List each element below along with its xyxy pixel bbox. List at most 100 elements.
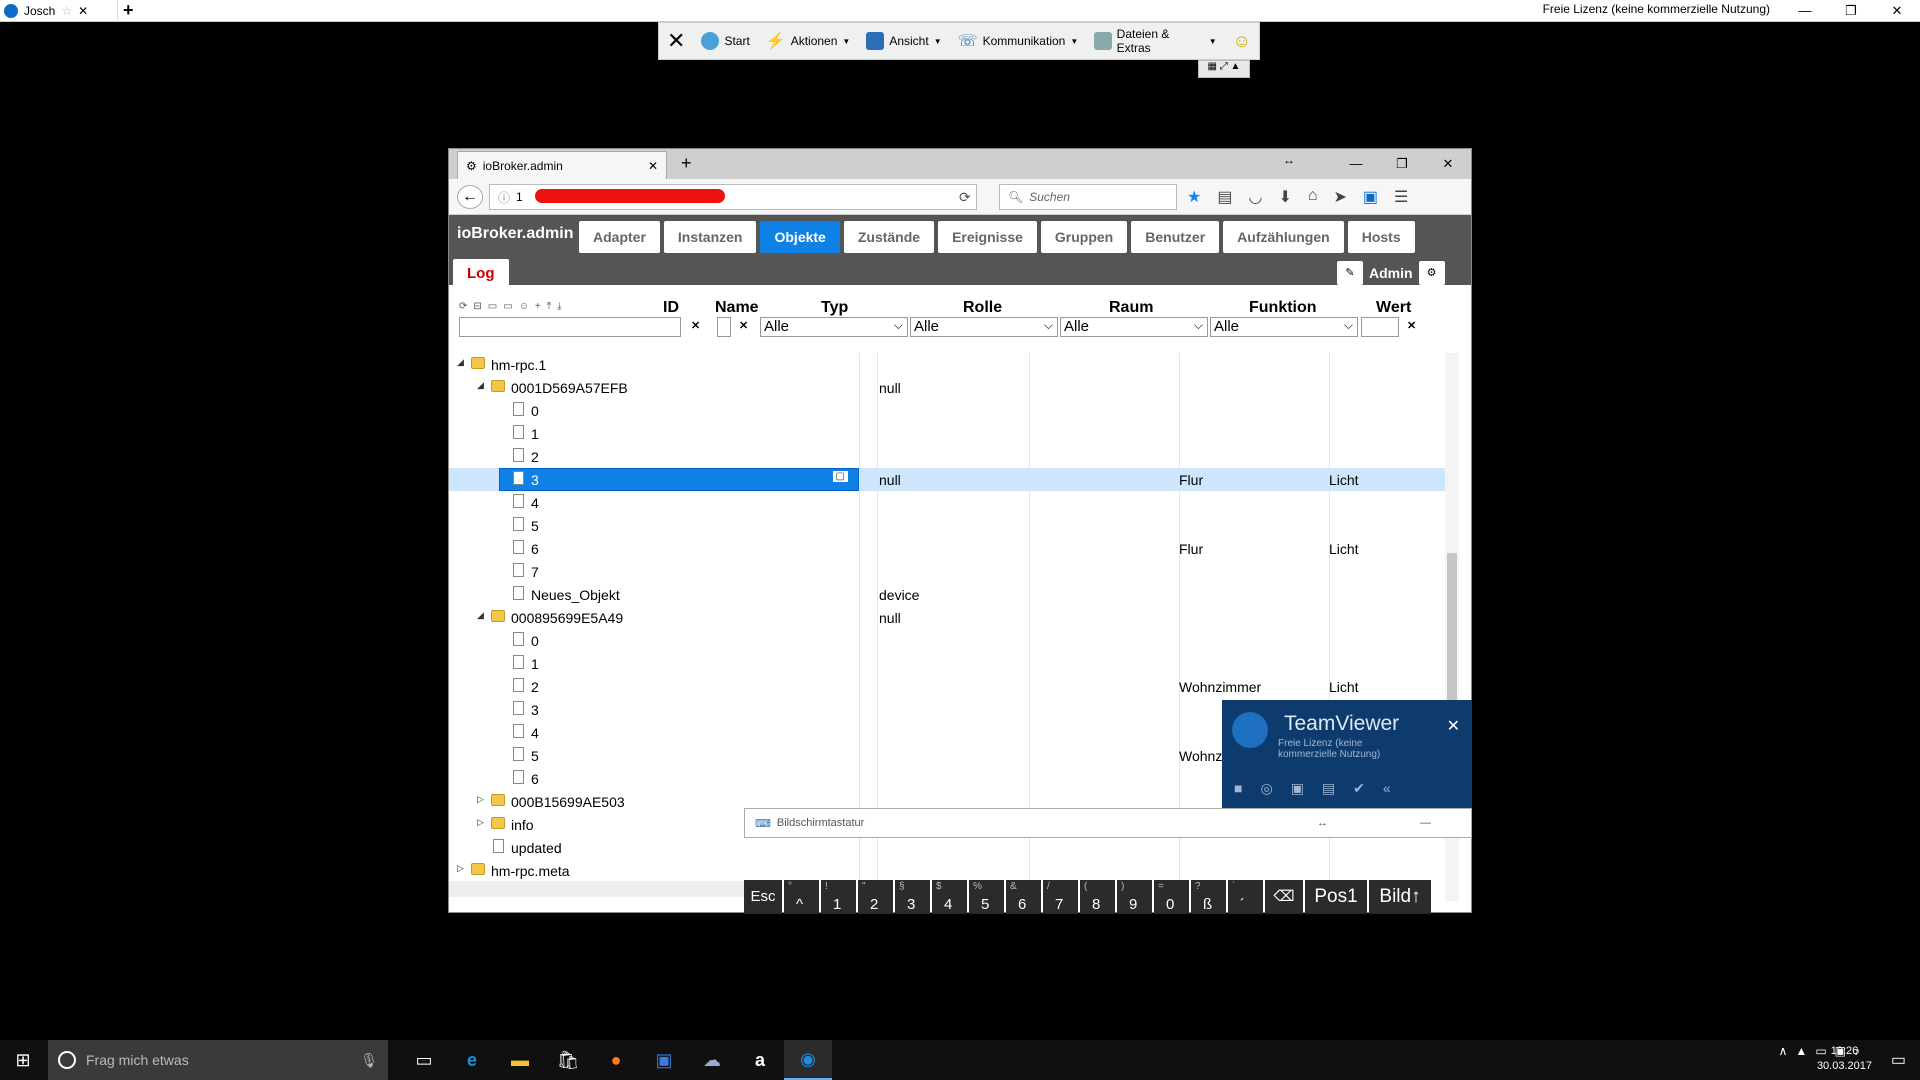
collapse-arrow-icon[interactable]: ◢ <box>477 610 484 621</box>
refresh-icon[interactable]: ⟳ <box>459 301 467 312</box>
tree-row[interactable]: 2 Wohnzimmer Licht <box>449 675 1454 698</box>
windows-start-button[interactable]: ⊞ <box>0 1040 46 1080</box>
close-button[interactable]: ✕ <box>1425 149 1471 179</box>
user-icon[interactable]: ☺ <box>519 301 529 312</box>
tab-objekte[interactable]: Objekte <box>760 221 840 253</box>
id-filter-input[interactable] <box>459 317 681 337</box>
file-explorer-icon[interactable]: ▬ <box>496 1040 544 1080</box>
tree-row[interactable]: 1 <box>449 652 1454 675</box>
value-filter-input[interactable] <box>1361 317 1399 337</box>
key[interactable]: % 5 <box>969 880 1004 914</box>
clear-value-filter[interactable]: ✕ <box>1407 319 1416 332</box>
tree-row[interactable]: 2 <box>449 445 1454 468</box>
smiley-icon[interactable]: ☺ <box>1225 23 1259 59</box>
folder-icon[interactable]: ▭ <box>488 301 497 312</box>
pocket-icon[interactable]: ◡ <box>1248 187 1262 207</box>
add-icon[interactable]: + <box>535 301 541 312</box>
tool-icon[interactable]: ✔ <box>1353 780 1365 797</box>
tree-folder-row[interactable]: ▷ hm-rpc.meta <box>449 859 1454 882</box>
key[interactable]: = 0 <box>1154 880 1189 914</box>
tab-benutzer[interactable]: Benutzer <box>1131 221 1220 253</box>
tab-adapter[interactable]: Adapter <box>579 221 660 253</box>
key[interactable]: ° ^ <box>784 880 819 914</box>
menu-icon[interactable]: ☰ <box>1394 187 1408 207</box>
tab-ereignisse[interactable]: Ereignisse <box>938 221 1037 253</box>
video-icon[interactable]: ■ <box>1234 780 1242 797</box>
room-filter-select[interactable]: Alle <box>1060 316 1208 337</box>
tab-gruppen[interactable]: Gruppen <box>1040 221 1128 253</box>
type-filter-select[interactable]: Alle <box>760 316 908 337</box>
function-filter-select[interactable]: Alle <box>1210 316 1358 337</box>
expand-arrow-icon[interactable]: ▷ <box>457 863 464 874</box>
restore-button[interactable]: ❐ <box>1828 0 1874 22</box>
new-tab-button[interactable]: + <box>681 153 692 174</box>
edit-row-icon[interactable]: ▢ <box>832 471 848 482</box>
tab-log[interactable]: Log <box>453 259 509 289</box>
tree-folder-row[interactable]: ◢ 0001D569A57EFB null <box>449 376 1454 399</box>
back-button[interactable]: ← <box>457 185 483 209</box>
home-icon[interactable]: ⌂ <box>1308 187 1318 207</box>
files-icon[interactable]: ▤ <box>1322 780 1335 797</box>
key[interactable]: ? ß <box>1191 880 1226 914</box>
folder-open-icon[interactable]: ▭ <box>503 301 512 312</box>
microphone-icon[interactable]: 🎙︎ <box>360 1052 378 1069</box>
chevron-up-icon[interactable]: ∧ <box>1779 1044 1788 1058</box>
task-view-icon[interactable]: ▭ <box>400 1040 448 1080</box>
tree-row[interactable]: updated <box>449 836 1454 859</box>
new-tab-button[interactable]: + <box>123 0 134 20</box>
tab-instanzen[interactable]: Instanzen <box>663 221 757 253</box>
settings-icon[interactable]: ⚙ <box>1418 261 1445 285</box>
minimize-button[interactable]: — <box>1333 149 1379 179</box>
tree-row[interactable]: 5 <box>449 514 1454 537</box>
close-button[interactable]: ✕ <box>1874 0 1920 22</box>
toolbar-kommunikation[interactable]: ☏ Kommunikation ▼ <box>950 23 1087 59</box>
name-filter-input[interactable] <box>717 317 731 337</box>
edge-icon[interactable]: e <box>448 1040 496 1080</box>
key-backspace[interactable]: ⌫ <box>1265 880 1303 914</box>
tree-row[interactable]: ▢ 3 null Flur Licht <box>449 468 1454 491</box>
minimize-button[interactable]: — <box>1782 0 1828 22</box>
close-icon[interactable]: ✕ <box>78 4 88 18</box>
key[interactable]: § 3 <box>895 880 930 914</box>
key[interactable]: ) 9 <box>1117 880 1152 914</box>
close-tab-icon[interactable]: ✕ <box>648 159 658 173</box>
tab-hosts[interactable]: Hosts <box>1347 221 1415 253</box>
key-bild↑[interactable]: Bild↑ <box>1369 880 1431 914</box>
key[interactable]: & 6 <box>1006 880 1041 914</box>
app-cloud-icon[interactable]: ☁ <box>688 1040 736 1080</box>
key[interactable]: /7 <box>1043 880 1078 914</box>
close-icon[interactable]: ✕ <box>1447 716 1460 736</box>
key[interactable]: (8 <box>1080 880 1115 914</box>
upload-icon[interactable]: ⤒ <box>547 301 551 312</box>
collapse-icon[interactable]: ⊟ <box>473 301 481 312</box>
store-icon[interactable]: 🛍︎ <box>544 1040 592 1080</box>
library-icon[interactable]: ▤ <box>1217 187 1232 207</box>
firefox-icon[interactable]: ● <box>592 1040 640 1080</box>
expand-arrow-icon[interactable]: ▷ <box>477 817 484 828</box>
drive-icon[interactable]: ▲ <box>1795 1044 1807 1058</box>
key[interactable]: $4 <box>932 880 967 914</box>
key-esc[interactable]: Esc <box>744 880 782 914</box>
send-icon[interactable]: ➤ <box>1334 187 1347 207</box>
collapse-arrow-icon[interactable]: ◢ <box>457 357 464 368</box>
tree-row[interactable]: 6 Flur Licht <box>449 537 1454 560</box>
download-icon[interactable]: ⤓ <box>557 301 561 312</box>
tree-row[interactable]: 4 <box>449 491 1454 514</box>
toolbar-collapse-button[interactable]: ▦ ⤢ ▲ <box>1198 60 1250 78</box>
toolbar-dateien[interactable]: Dateien & Extras ▼ <box>1086 23 1224 59</box>
toolbar-ansicht[interactable]: Ansicht ▼ <box>858 23 949 59</box>
minimize-button[interactable]: — <box>1420 817 1431 829</box>
clear-name-filter[interactable]: ✕ <box>739 319 748 332</box>
browser-tab[interactable]: ⚙ ioBroker.admin ✕ <box>457 151 667 179</box>
tree-row[interactable]: 0 <box>449 399 1454 422</box>
tree-row[interactable]: 1 <box>449 422 1454 445</box>
tree-folder-row[interactable]: ◢ hm-rpc.1 <box>449 353 1454 376</box>
tab-aufzaehlungen[interactable]: Aufzählungen <box>1223 221 1344 253</box>
key-pos1[interactable]: Pos1 <box>1305 880 1367 914</box>
notifications-icon[interactable]: ▭ <box>1891 1050 1906 1070</box>
reload-icon[interactable]: ⟳ <box>959 189 971 206</box>
admin-user[interactable]: Admin <box>1369 265 1413 281</box>
close-session-button[interactable]: ✕ <box>659 23 693 59</box>
toolbar-start[interactable]: Start <box>693 23 757 59</box>
headset-icon[interactable]: ◎ <box>1260 780 1272 797</box>
